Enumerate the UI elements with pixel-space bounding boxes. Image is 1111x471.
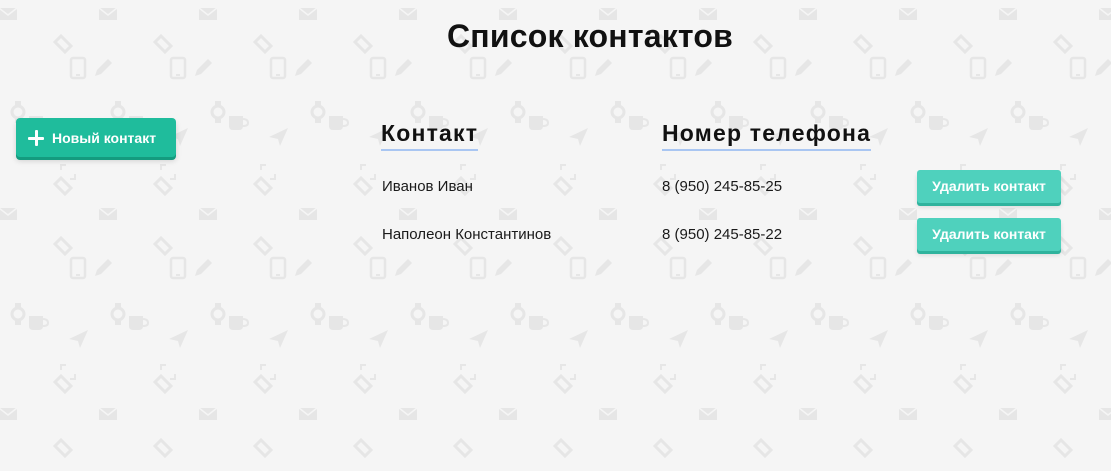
contact-name: Наполеон Константинов bbox=[382, 226, 552, 243]
delete-contact-button[interactable]: Удалить контакт bbox=[917, 218, 1061, 251]
new-contact-label: Новый контакт bbox=[52, 129, 157, 146]
delete-contact-button[interactable]: Удалить контакт bbox=[917, 170, 1061, 203]
contact-phone: 8 (950) 245-85-25 bbox=[662, 178, 783, 195]
page-title: Список контактов bbox=[447, 18, 733, 54]
new-contact-button[interactable]: Новый контакт bbox=[16, 118, 176, 157]
contacts-page: Список контактов Новый контакт Контакт Н… bbox=[0, 0, 1111, 471]
contact-name: Иванов Иван bbox=[382, 178, 473, 195]
contact-phone: 8 (950) 245-85-22 bbox=[662, 226, 783, 243]
column-header-contact: Контакт bbox=[381, 120, 479, 151]
column-header-phone: Номер телефона bbox=[662, 120, 872, 151]
plus-icon bbox=[28, 129, 44, 146]
